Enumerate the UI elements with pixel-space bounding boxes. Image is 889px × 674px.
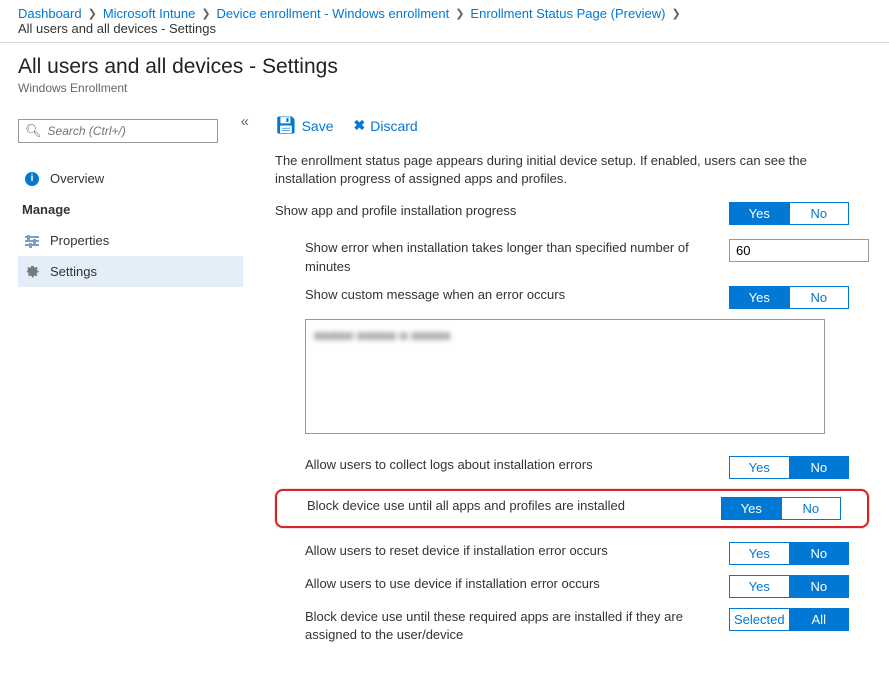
setting-label: Allow users to use device if installatio… <box>305 575 729 593</box>
setting-allow-use: Allow users to use device if installatio… <box>275 575 869 598</box>
breadcrumb: Dashboard ❯ Microsoft Intune ❯ Device en… <box>0 0 889 42</box>
toggle-yes[interactable]: Yes <box>729 575 790 598</box>
toggle-no[interactable]: No <box>790 456 850 479</box>
setting-timeout: Show error when installation takes longe… <box>275 239 869 275</box>
setting-label: Block device use until these required ap… <box>305 608 729 644</box>
setting-label: Show app and profile installation progre… <box>275 202 729 220</box>
search-icon: 🔍︎ <box>25 123 42 139</box>
toggle-no[interactable]: No <box>790 202 850 225</box>
setting-collect-logs: Allow users to collect logs about instal… <box>275 456 869 479</box>
save-label: Save <box>302 118 334 134</box>
toggle-allow-reset[interactable]: Yes No <box>729 542 849 565</box>
sliders-icon <box>24 234 40 248</box>
setting-block-device: Block device use until all apps and prof… <box>307 497 861 520</box>
setting-show-progress: Show app and profile installation progre… <box>275 202 869 225</box>
toggle-collect-logs[interactable]: Yes No <box>729 456 849 479</box>
redacted-text: ■■■■■ ■■■■■ ■ ■■■■■ <box>314 328 450 343</box>
sidebar-item-properties[interactable]: Properties <box>18 225 243 256</box>
toggle-yes[interactable]: Yes <box>729 542 790 565</box>
toggle-yes[interactable]: Yes <box>729 202 790 225</box>
toggle-show-progress[interactable]: Yes No <box>729 202 849 225</box>
setting-label: Block device use until all apps and prof… <box>307 497 721 515</box>
search-field[interactable] <box>48 124 211 138</box>
toggle-yes[interactable]: Yes <box>729 456 790 479</box>
page-subtitle: Windows Enrollment <box>18 81 871 95</box>
chevron-right-icon: ❯ <box>672 7 681 20</box>
collapse-sidebar-button[interactable]: « <box>241 113 249 130</box>
info-icon: i <box>24 172 40 186</box>
gear-icon <box>24 264 40 279</box>
toggle-allow-use[interactable]: Yes No <box>729 575 849 598</box>
sidebar-item-settings[interactable]: Settings <box>18 256 243 287</box>
toggle-no[interactable]: No <box>790 542 850 565</box>
sidebar-item-overview[interactable]: i Overview <box>18 163 243 194</box>
toggle-no[interactable]: No <box>782 497 842 520</box>
setting-allow-reset: Allow users to reset device if installat… <box>275 542 869 565</box>
search-input[interactable]: 🔍︎ <box>18 119 218 143</box>
sidebar: « 🔍︎ i Overview Manage Properties Settin… <box>0 113 255 674</box>
setting-custom-message: Show custom message when an error occurs… <box>275 286 869 309</box>
discard-button[interactable]: ✖ Discard <box>354 117 418 134</box>
toggle-yes[interactable]: Yes <box>721 497 782 520</box>
toggle-no[interactable]: No <box>790 575 850 598</box>
custom-message-textarea[interactable]: ■■■■■ ■■■■■ ■ ■■■■■ <box>305 319 825 434</box>
description-text: The enrollment status page appears durin… <box>275 152 869 188</box>
sidebar-item-label: Properties <box>50 233 109 248</box>
setting-label: Show error when installation takes longe… <box>305 239 729 275</box>
chevron-right-icon: ❯ <box>201 7 210 20</box>
chevron-right-icon: ❯ <box>455 7 464 20</box>
toggle-custom-message[interactable]: Yes No <box>729 286 849 309</box>
chevron-right-icon: ❯ <box>88 7 97 20</box>
breadcrumb-current: All users and all devices - Settings <box>18 21 216 36</box>
main-content: 💾︎ Save ✖ Discard The enrollment status … <box>255 113 889 674</box>
toggle-block-required-apps[interactable]: Selected All <box>729 608 849 631</box>
sidebar-section-manage: Manage <box>22 202 243 217</box>
sidebar-item-label: Overview <box>50 171 104 186</box>
close-icon: ✖ <box>354 117 366 134</box>
save-button[interactable]: 💾︎ Save <box>275 117 334 134</box>
breadcrumb-dashboard[interactable]: Dashboard <box>18 6 82 21</box>
breadcrumb-device-enrollment[interactable]: Device enrollment - Windows enrollment <box>217 6 450 21</box>
toggle-selected[interactable]: Selected <box>729 608 790 631</box>
save-icon: 💾︎ <box>275 117 297 134</box>
toggle-block-device[interactable]: Yes No <box>721 497 841 520</box>
toggle-no[interactable]: No <box>790 286 850 309</box>
highlighted-setting: Block device use until all apps and prof… <box>275 489 869 528</box>
setting-label: Allow users to reset device if installat… <box>305 542 729 560</box>
setting-label: Show custom message when an error occurs <box>305 286 729 304</box>
breadcrumb-intune[interactable]: Microsoft Intune <box>103 6 196 21</box>
toolbar: 💾︎ Save ✖ Discard <box>275 113 869 152</box>
discard-label: Discard <box>370 118 417 134</box>
setting-label: Allow users to collect logs about instal… <box>305 456 729 474</box>
toggle-yes[interactable]: Yes <box>729 286 790 309</box>
toggle-all[interactable]: All <box>790 608 850 631</box>
sidebar-item-label: Settings <box>50 264 97 279</box>
breadcrumb-esp[interactable]: Enrollment Status Page (Preview) <box>470 6 665 21</box>
timeout-input[interactable] <box>729 239 869 262</box>
page-title: All users and all devices - Settings <box>18 55 871 79</box>
setting-block-required-apps: Block device use until these required ap… <box>275 608 869 644</box>
